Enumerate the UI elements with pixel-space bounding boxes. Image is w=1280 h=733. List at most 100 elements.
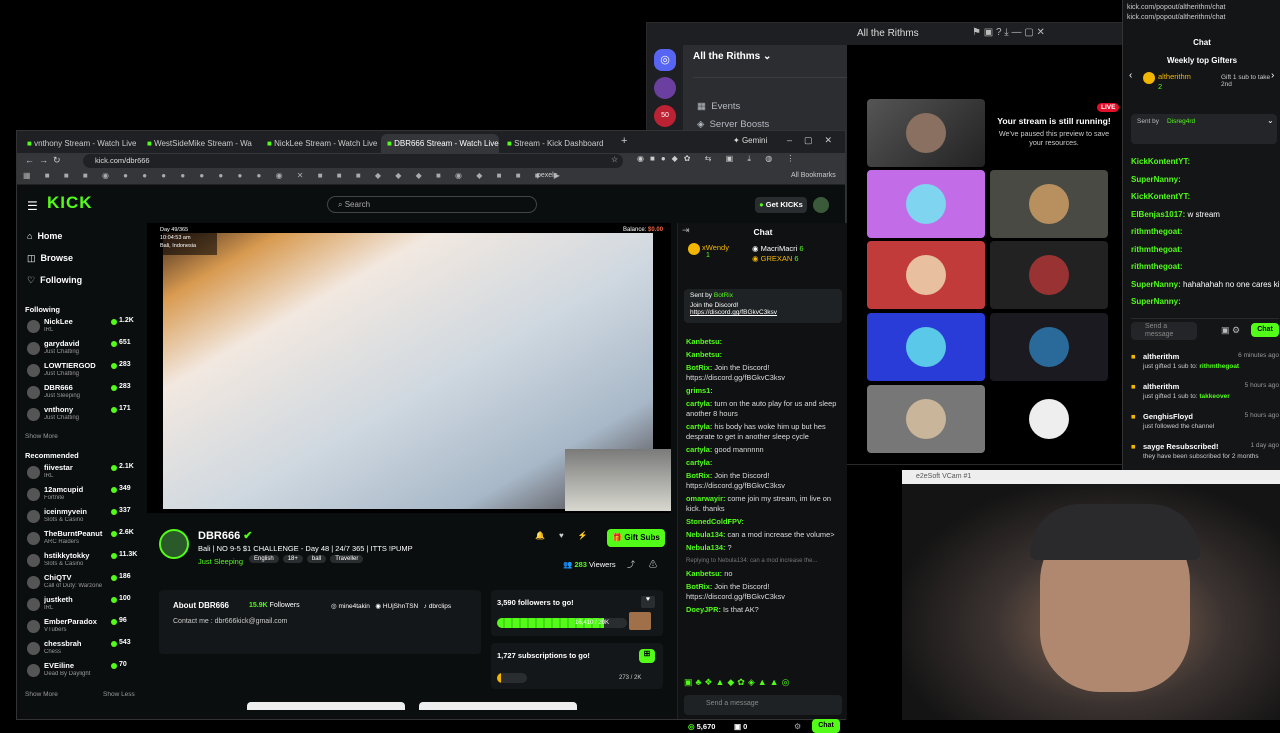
stream-preview[interactable]: [867, 99, 985, 167]
chat-message[interactable]: Nebula134: ? Replying to Nebula134: can a…: [686, 543, 842, 566]
chat-username[interactable]: grims1:: [686, 386, 713, 395]
tag-chip[interactable]: Traveller: [330, 555, 364, 563]
chat-message[interactable]: SuperNanny: hahahahah no one cares king: [1131, 279, 1279, 290]
participant-tile[interactable]: [990, 170, 1108, 238]
chat-message[interactable]: BotRix: Join the Discord! https://discor…: [686, 471, 842, 491]
chat-message[interactable]: StonedColdFPV:: [686, 517, 842, 527]
popout-chat-button[interactable]: Chat: [1251, 323, 1279, 337]
chat-message[interactable]: DoeyJPR: Is that AK?: [686, 605, 842, 615]
emote-bar[interactable]: ▣♣❖▲◆✿◈▲▲◎: [684, 677, 842, 689]
hamburger-icon[interactable]: ☰: [27, 199, 38, 213]
extension-icons[interactable]: ◉■●◆✿ ⇆ ▣ ⤓ ◍ ⋮: [637, 154, 800, 164]
chat-message[interactable]: Nebula134: can a mod increase the volume…: [686, 530, 842, 540]
sidebar-channel[interactable]: justketh IRL 100: [27, 595, 139, 617]
chat-username[interactable]: Nebula134:: [686, 530, 725, 539]
video-player[interactable]: Day 49/365 10:04:53 am Bali, Indonesia B…: [147, 223, 671, 513]
browser-tab[interactable]: ■ WestSideMike Stream - Wa: [141, 134, 259, 154]
browser-tab-active[interactable]: ■ DBR666 Stream - Watch Live o: [381, 134, 499, 154]
nav-browse[interactable]: ◫ Browse: [27, 253, 147, 275]
sidebar-channel[interactable]: NickLee IRL 1.2K: [27, 317, 139, 339]
chat-message[interactable]: SuperNanny:: [1131, 296, 1279, 307]
chat-username[interactable]: rithmthegoat:: [1131, 227, 1183, 236]
chat-username[interactable]: rithmthegoat:: [1131, 245, 1183, 254]
chat-username[interactable]: BotRix:: [686, 471, 712, 480]
participant-tile[interactable]: [867, 241, 985, 309]
chat-message[interactable]: omarwayir: come join my stream, im live …: [686, 494, 842, 514]
chat-username[interactable]: DoeyJPR:: [686, 605, 721, 614]
social-instagram[interactable]: mine4takin: [338, 603, 369, 610]
tag-chip[interactable]: 18+: [282, 555, 303, 563]
send-chat-button[interactable]: Chat: [812, 719, 840, 733]
chat-username[interactable]: cartyla:: [686, 445, 712, 454]
new-tab-icon[interactable]: +: [621, 135, 627, 147]
sidebar-channel[interactable]: hstikkytokky Slots & Casino 11.3K: [27, 551, 139, 573]
streamer-name[interactable]: DBR666 ✔: [198, 529, 252, 542]
window-controls[interactable]: –▢✕: [787, 135, 844, 146]
sidebar-channel[interactable]: ChiQTV Call of Duty: Warzone 186: [27, 573, 139, 595]
promo-card[interactable]: [247, 702, 405, 710]
streamer-avatar[interactable]: [159, 529, 189, 559]
action-icons[interactable]: 🔔♥⚡: [535, 531, 602, 540]
participant-tile[interactable]: [867, 170, 985, 238]
chat-username[interactable]: KickKontentYT:: [1131, 157, 1190, 166]
participant-tile[interactable]: [990, 241, 1108, 309]
popout-settings-icon[interactable]: ▣ ⚙: [1221, 325, 1240, 336]
chat-username[interactable]: BotRix:: [686, 363, 712, 372]
chat-username[interactable]: Nebula134:: [686, 543, 725, 552]
kick-logo[interactable]: KICK: [47, 193, 93, 213]
tag-chip[interactable]: English: [249, 555, 279, 563]
browser-tab[interactable]: ■ Stream - Kick Dashboard: [501, 134, 619, 154]
promo-card[interactable]: [419, 702, 577, 710]
activity-user[interactable]: GenghisFloyd: [1143, 412, 1193, 421]
sidebar-channel[interactable]: garydavid Just Chatting 651: [27, 339, 139, 361]
chat-username[interactable]: cartyla:: [686, 458, 712, 467]
chat-username[interactable]: Kanbetsu:: [686, 569, 722, 578]
chat-message[interactable]: rithmthegoat:: [1131, 226, 1279, 237]
discord-home-icon[interactable]: ◎: [654, 49, 676, 71]
chat-username[interactable]: cartyla:: [686, 399, 712, 408]
tag-chip[interactable]: ball: [306, 555, 327, 563]
activity-target[interactable]: rithmthegoat: [1199, 363, 1239, 370]
chat-message[interactable]: BotRix: Join the Discord! https://discor…: [686, 363, 842, 383]
chat-username[interactable]: BotRix:: [686, 582, 712, 591]
popout-chat-input[interactable]: Send a message: [1131, 322, 1197, 340]
server-boosts-item[interactable]: ◈ Server Boosts: [697, 119, 769, 130]
gift-subs-button[interactable]: 🎁 Gift Subs: [607, 529, 665, 547]
chat-message[interactable]: KickKontentYT:: [1131, 191, 1279, 202]
chat-message[interactable]: rithmthegoat:: [1131, 244, 1279, 255]
server-badge[interactable]: 50: [654, 105, 676, 127]
gemini-button[interactable]: ✦ Gemini: [733, 136, 767, 145]
pin-icon[interactable]: ⌄: [1267, 116, 1274, 125]
prev-arrow-icon[interactable]: ‹: [1129, 70, 1132, 81]
sidebar-channel[interactable]: EmberParadox VTubers 96: [27, 617, 139, 639]
nav-following[interactable]: ♡ Following: [27, 275, 147, 297]
sidebar-channel[interactable]: EVEiline Dead By Daylight 70: [27, 661, 139, 683]
chat-username[interactable]: StonedColdFPV:: [686, 517, 744, 526]
chat-username[interactable]: omarwayir:: [686, 494, 725, 503]
chat-username[interactable]: SuperNanny:: [1131, 280, 1181, 289]
popout-url-bar[interactable]: kick.com/popout/altherithm/chat: [1127, 14, 1277, 21]
chat-input[interactable]: Send a message: [684, 695, 842, 715]
gifter3[interactable]: ◉ GREXAN 6: [752, 254, 799, 263]
share-report-icons[interactable]: ⤴⚠: [627, 559, 671, 570]
show-more-link[interactable]: Show More: [25, 691, 58, 698]
gifter2[interactable]: ◉ MacriMacri 6: [752, 244, 804, 253]
chat-message[interactable]: BotRix: Join the Discord! https://discor…: [686, 582, 842, 602]
activity-user[interactable]: sayge Resubscribed!: [1143, 442, 1218, 451]
nav-arrows-icon[interactable]: ←→↻: [25, 155, 66, 166]
participant-tile[interactable]: [990, 313, 1108, 381]
social-links[interactable]: ◎ mine4takin ◉ HUjShnTSN ♪ dbrclips: [331, 602, 451, 610]
chat-message[interactable]: rithmthegoat:: [1131, 261, 1279, 272]
sidebar-channel[interactable]: iceinmyvein Slots & Casino 337: [27, 507, 139, 529]
chat-username[interactable]: KickKontentYT:: [1131, 192, 1190, 201]
goal-heart-icon[interactable]: ♥: [641, 596, 655, 608]
sidebar-channel[interactable]: DBR666 Just Sleeping 283: [27, 383, 139, 405]
discord-toolbar-icons[interactable]: ⚑ ▣ ? ⤓ — ▢ ✕: [972, 27, 1045, 38]
browser-tab[interactable]: ■ NickLee Stream - Watch Live o: [261, 134, 379, 154]
category-link[interactable]: Just Sleeping: [198, 557, 243, 566]
chat-message[interactable]: cartyla: good mannnnn: [686, 445, 842, 455]
sidebar-channel[interactable]: vnthony Just Chatting 171: [27, 405, 139, 427]
chat-username[interactable]: Kanbetsu:: [686, 337, 722, 346]
sidebar-channel[interactable]: chessbrah Chess 543: [27, 639, 139, 661]
chat-message[interactable]: cartyla:: [686, 458, 842, 468]
